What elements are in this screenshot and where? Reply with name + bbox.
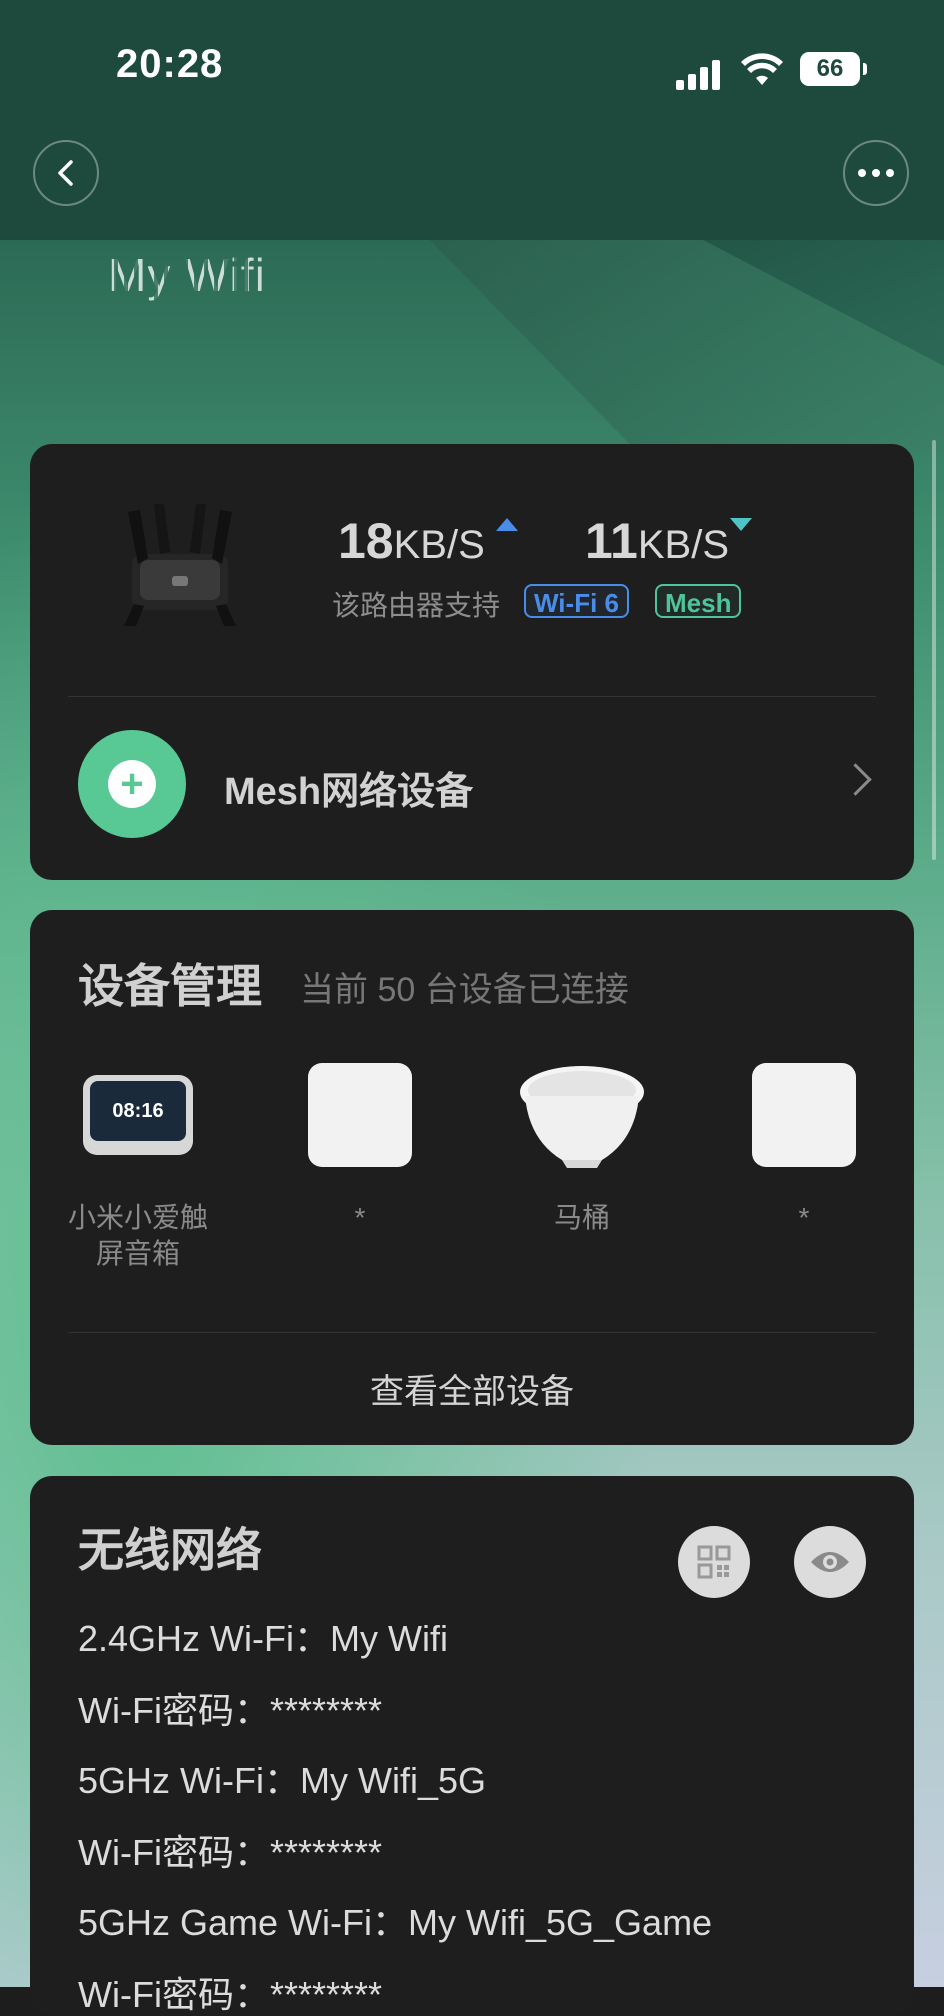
wifi-5ghz-ssid: 5GHz Wi-Fi：My Wifi_5G — [78, 1760, 486, 1801]
wifi6-badge: Wi-Fi 6 — [524, 584, 629, 618]
device-item[interactable]: * — [704, 1060, 904, 1236]
add-mesh-button[interactable]: + — [78, 730, 186, 838]
upload-speed-unit: KB/S — [393, 523, 485, 567]
divider — [68, 696, 876, 697]
device-item[interactable]: 马桶 — [482, 1060, 682, 1236]
wifi-5ghz-game-password: Wi-Fi密码：******** — [78, 1974, 383, 2015]
wireless-network-card: 无线网络 2.4GHz Wi-Fi：My Wifi Wi-Fi密码：******… — [30, 1476, 914, 2016]
status-bar: 20:28 66 — [0, 0, 944, 140]
qr-code-icon — [697, 1545, 731, 1579]
plus-icon: + — [108, 760, 156, 808]
device-item[interactable]: 08:16 小米小爱触 屏音箱 — [38, 1060, 238, 1272]
upload-arrow-icon — [496, 518, 518, 531]
device-name: * — [798, 1202, 810, 1233]
chevron-left-icon — [58, 160, 73, 186]
wifi-24ghz-password: Wi-Fi密码：******** — [78, 1690, 383, 1731]
device-name: 马桶 — [553, 1202, 610, 1233]
wifi-icon — [741, 53, 783, 85]
wifi-24ghz-ssid: 2.4GHz Wi-Fi：My Wifi — [78, 1618, 448, 1659]
speaker-clock: 08:16 — [90, 1081, 186, 1141]
back-button[interactable] — [33, 140, 99, 206]
device-placeholder-image — [308, 1063, 412, 1167]
chevron-right-icon — [839, 763, 872, 796]
show-password-button[interactable] — [794, 1526, 866, 1598]
device-placeholder-image — [752, 1063, 856, 1167]
device-name: * — [354, 1202, 366, 1233]
download-speed: 11KB/S — [585, 512, 729, 570]
connected-count: 当前 50 台设备已连接 — [300, 971, 629, 1009]
more-dots-icon — [858, 169, 894, 177]
device-item[interactable]: * — [260, 1060, 460, 1236]
status-time: 20:28 — [116, 42, 224, 86]
download-arrow-icon — [730, 518, 752, 531]
wifi-5ghz-game-ssid: 5GHz Game Wi-Fi：My Wifi_5G_Game — [78, 1902, 713, 1943]
view-all-devices-button[interactable]: 查看全部设备 — [30, 1364, 914, 1413]
qr-code-button[interactable] — [678, 1526, 750, 1598]
download-speed-unit: KB/S — [637, 523, 730, 567]
toilet-image — [520, 1066, 644, 1168]
smart-speaker-image: 08:16 — [83, 1075, 193, 1155]
download-speed-value: 11 — [585, 513, 638, 569]
router-image — [124, 504, 236, 626]
battery-icon: 66 — [800, 52, 867, 86]
upload-speed: 18KB/S — [338, 512, 485, 570]
device-management-title: 设备管理 — [78, 960, 262, 1012]
more-options-button[interactable] — [843, 140, 909, 206]
upload-speed-value: 18 — [338, 513, 394, 569]
page-title: My Wifi — [108, 248, 266, 388]
wireless-network-title: 无线网络 — [78, 1524, 262, 1576]
mesh-devices-label: Mesh网络设备 — [224, 771, 474, 813]
wifi-5ghz-password: Wi-Fi密码：******** — [78, 1832, 383, 1873]
router-support-label: 该路由器支持 — [332, 590, 501, 621]
cellular-signal-icon — [676, 54, 726, 90]
eye-icon — [811, 1552, 849, 1572]
scrollbar[interactable] — [932, 440, 936, 860]
divider — [68, 1332, 876, 1333]
mesh-badge: Mesh — [655, 584, 742, 618]
mesh-devices-row[interactable]: + Mesh网络设备 — [30, 724, 914, 844]
device-management-card: 设备管理 当前 50 台设备已连接 08:16 小米小爱触 屏音箱 * 马桶 * — [30, 910, 914, 1445]
router-status-card: 18KB/S 11KB/S 该路由器支持 Wi-Fi 6 Mesh + Mesh… — [30, 444, 914, 880]
device-name: 小米小爱触 屏音箱 — [67, 1202, 208, 1269]
